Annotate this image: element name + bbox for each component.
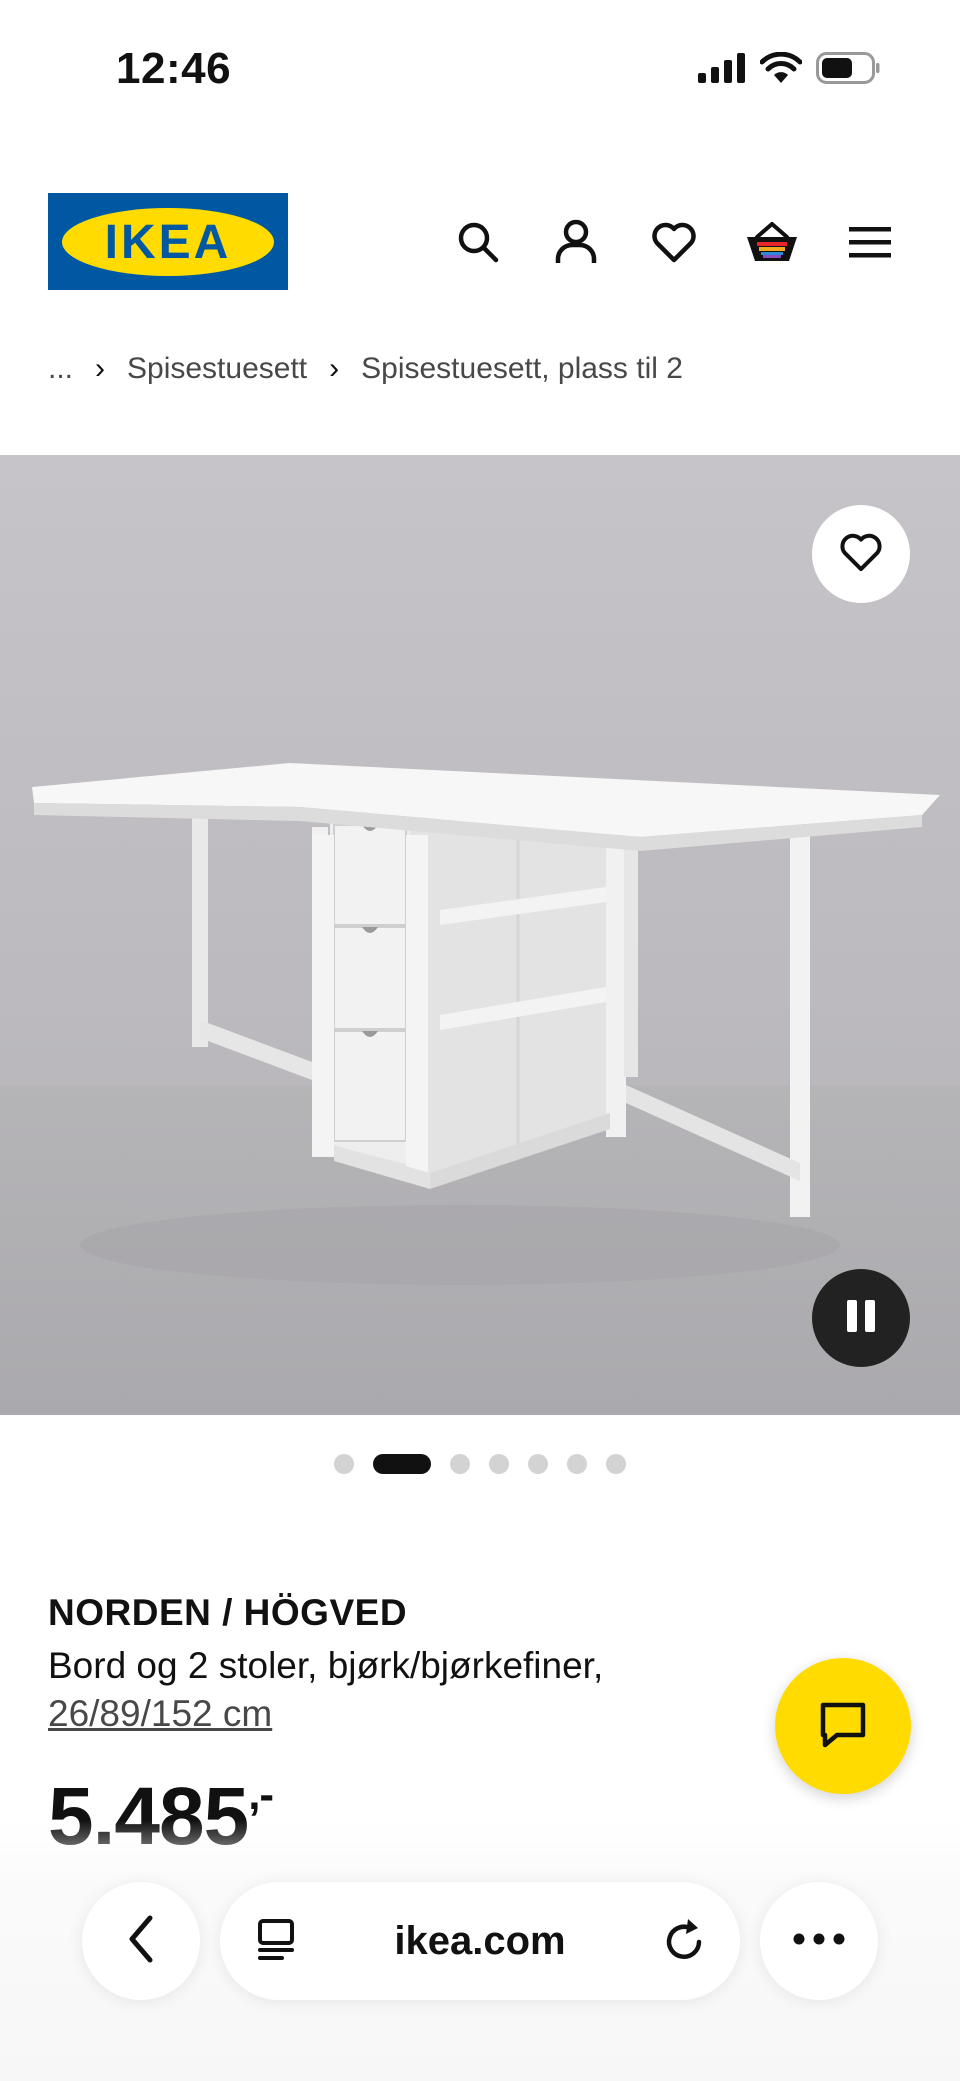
breadcrumb-ellipsis[interactable]: ... <box>48 352 73 386</box>
gallery-dot[interactable] <box>567 1454 587 1474</box>
svg-text:IKEA: IKEA <box>105 216 232 269</box>
product-image-table <box>32 763 940 1285</box>
ikea-logo-mark: IKEA <box>62 207 274 276</box>
favourites-icon[interactable] <box>642 210 706 274</box>
gallery-dot[interactable] <box>450 1454 470 1474</box>
gallery-dot[interactable] <box>334 1454 354 1474</box>
wifi-icon <box>759 51 803 89</box>
more-icon <box>793 1932 845 1950</box>
ikea-logo[interactable]: IKEA <box>48 193 288 290</box>
breadcrumb-item-dining-sets[interactable]: Spisestuesett <box>127 352 307 386</box>
product-info: NORDEN / HÖGVED Bord og 2 stoler, bjørk/… <box>48 1592 768 1738</box>
gallery-dot[interactable] <box>489 1454 509 1474</box>
browser-back-button[interactable] <box>82 1882 200 2000</box>
pause-icon <box>844 1298 878 1339</box>
chat-button[interactable] <box>775 1658 911 1794</box>
header-actions <box>446 210 902 274</box>
cart-icon[interactable] <box>740 210 804 274</box>
menu-icon[interactable] <box>838 210 902 274</box>
status-icons <box>698 51 880 89</box>
browser-more-button[interactable] <box>760 1882 878 2000</box>
cellular-signal-icon <box>698 53 746 88</box>
breadcrumb-item-dining-sets-for-2[interactable]: Spisestuesett, plass til 2 <box>361 352 683 386</box>
chevron-right-icon: › <box>95 352 106 385</box>
price-suffix: ,- <box>248 1770 274 1819</box>
product-name: NORDEN / HÖGVED <box>48 1592 408 1633</box>
product-dimensions-link[interactable]: 26/89/152 cm <box>48 1690 272 1738</box>
chat-icon <box>817 1699 869 1754</box>
gallery-pagination <box>0 1454 960 1474</box>
product-image-gallery[interactable] <box>0 455 960 1415</box>
status-bar: 12:46 <box>0 0 960 140</box>
battery-icon <box>816 52 880 89</box>
chevron-right-icon: › <box>329 352 340 385</box>
breadcrumb: ... › Spisestuesett › Spisestuesett, pla… <box>48 352 683 386</box>
site-header: IKEA <box>0 180 960 300</box>
gallery-dot-active[interactable] <box>373 1454 431 1474</box>
status-time: 12:46 <box>116 44 232 93</box>
search-icon[interactable] <box>446 210 510 274</box>
heart-icon <box>839 532 883 577</box>
url-text: ikea.com <box>394 1918 566 1963</box>
product-description: Bord og 2 stoler, bjørk/bjørkefiner, <box>48 1645 604 1686</box>
add-to-favourites-button[interactable] <box>812 505 910 603</box>
pause-slideshow-button[interactable] <box>812 1269 910 1367</box>
back-chevron-icon <box>126 1914 156 1969</box>
address-bar[interactable]: ikea.com <box>220 1882 740 2000</box>
account-icon[interactable] <box>544 210 608 274</box>
reader-icon[interactable] <box>256 1918 298 1967</box>
gallery-dot[interactable] <box>606 1454 626 1474</box>
reload-icon[interactable] <box>662 1916 708 1969</box>
gallery-dot[interactable] <box>528 1454 548 1474</box>
